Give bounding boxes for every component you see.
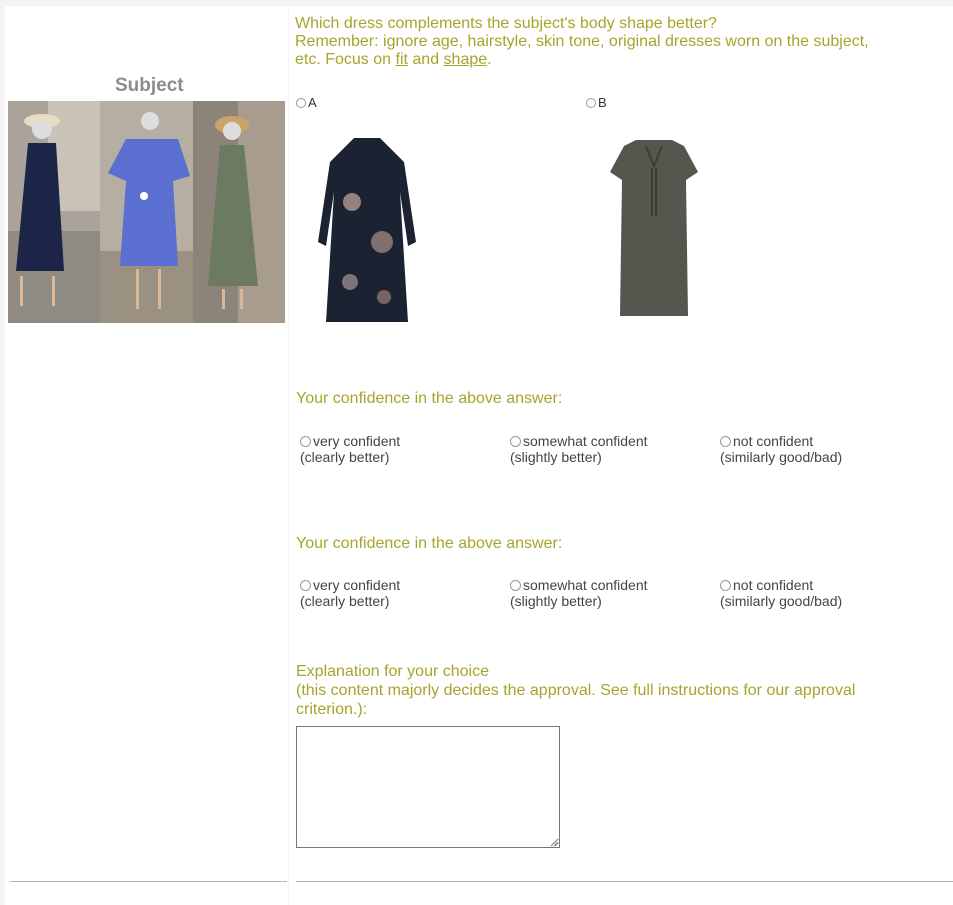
confidence-1-very-radio[interactable] xyxy=(300,436,311,447)
subject-photo-2 xyxy=(100,101,193,323)
option-a-radio[interactable] xyxy=(296,98,306,108)
confidence-2-not-radio[interactable] xyxy=(720,580,731,591)
question-period: . xyxy=(487,51,492,68)
explanation-line-1: Explanation for your choice xyxy=(296,663,489,680)
question-text: Which dress complements the subject's bo… xyxy=(295,15,945,69)
resize-grip-icon[interactable] xyxy=(549,837,559,847)
option-a-label: A xyxy=(308,95,317,110)
dress-b-image xyxy=(610,140,698,316)
subject-label: Subject xyxy=(115,75,184,96)
option-b-radio[interactable] xyxy=(586,98,596,108)
confidence-2-very-label: very confident xyxy=(313,577,401,593)
confidence-2-somewhat-sub: (slightly better) xyxy=(510,593,602,609)
confidence-2-somewhat[interactable]: somewhat confident (slightly better) xyxy=(510,577,648,609)
explanation-line-3: criterion.): xyxy=(296,701,368,718)
confidence-2-very[interactable]: very confident (clearly better) xyxy=(300,577,400,609)
divider-left xyxy=(10,881,287,882)
question-line-3: etc. Focus on fit and shape. xyxy=(295,51,945,69)
confidence-1-somewhat-sub: (slightly better) xyxy=(510,449,602,465)
confidence-1-very-sub: (clearly better) xyxy=(300,449,390,465)
question-line-3-prefix: etc. Focus on xyxy=(295,51,396,68)
option-b-label: B xyxy=(598,95,607,110)
question-line-2: Remember: ignore age, hairstyle, skin to… xyxy=(295,33,869,50)
subject-photo-1 xyxy=(8,101,100,323)
confidence-1-very-label: very confident xyxy=(313,433,401,449)
confidence-2-very-sub: (clearly better) xyxy=(300,593,390,609)
question-and: and xyxy=(407,51,444,68)
confidence-2-not-sub: (similarly good/bad) xyxy=(720,593,843,609)
confidence-1-somewhat[interactable]: somewhat confident (slightly better) xyxy=(510,433,648,465)
subject-photo-3 xyxy=(193,101,285,323)
divider-right xyxy=(296,881,953,882)
confidence-1-very[interactable]: very confident (clearly better) xyxy=(300,433,400,465)
confidence-2-somewhat-radio[interactable] xyxy=(510,580,521,591)
explanation-textarea[interactable] xyxy=(296,726,560,848)
option-b[interactable]: B xyxy=(586,95,607,110)
confidence-2-not-label: not confident xyxy=(733,577,814,593)
confidence-1-not-label: not confident xyxy=(733,433,814,449)
confidence-2-somewhat-label: somewhat confident xyxy=(523,577,648,593)
confidence-1-not-sub: (similarly good/bad) xyxy=(720,449,843,465)
explanation-title: Explanation for your choice (this conten… xyxy=(296,662,936,719)
confidence-1-somewhat-label: somewhat confident xyxy=(523,433,648,449)
explanation-line-2: (this content majorly decides the approv… xyxy=(296,682,856,699)
confidence-2-not[interactable]: not confident (similarly good/bad) xyxy=(720,577,842,609)
confidence-1-somewhat-radio[interactable] xyxy=(510,436,521,447)
subject-photos xyxy=(8,101,285,323)
option-a[interactable]: A xyxy=(296,95,317,110)
question-line-1: Which dress complements the subject's bo… xyxy=(295,15,717,32)
confidence-1-not-radio[interactable] xyxy=(720,436,731,447)
confidence-1-not[interactable]: not confident (similarly good/bad) xyxy=(720,433,842,465)
fit-link: fit xyxy=(395,51,408,68)
dress-a-image xyxy=(318,138,416,322)
confidence-2-very-radio[interactable] xyxy=(300,580,311,591)
shape-link: shape xyxy=(443,51,488,68)
confidence-title-1: Your confidence in the above answer: xyxy=(296,390,563,407)
confidence-title-2: Your confidence in the above answer: xyxy=(296,535,563,552)
